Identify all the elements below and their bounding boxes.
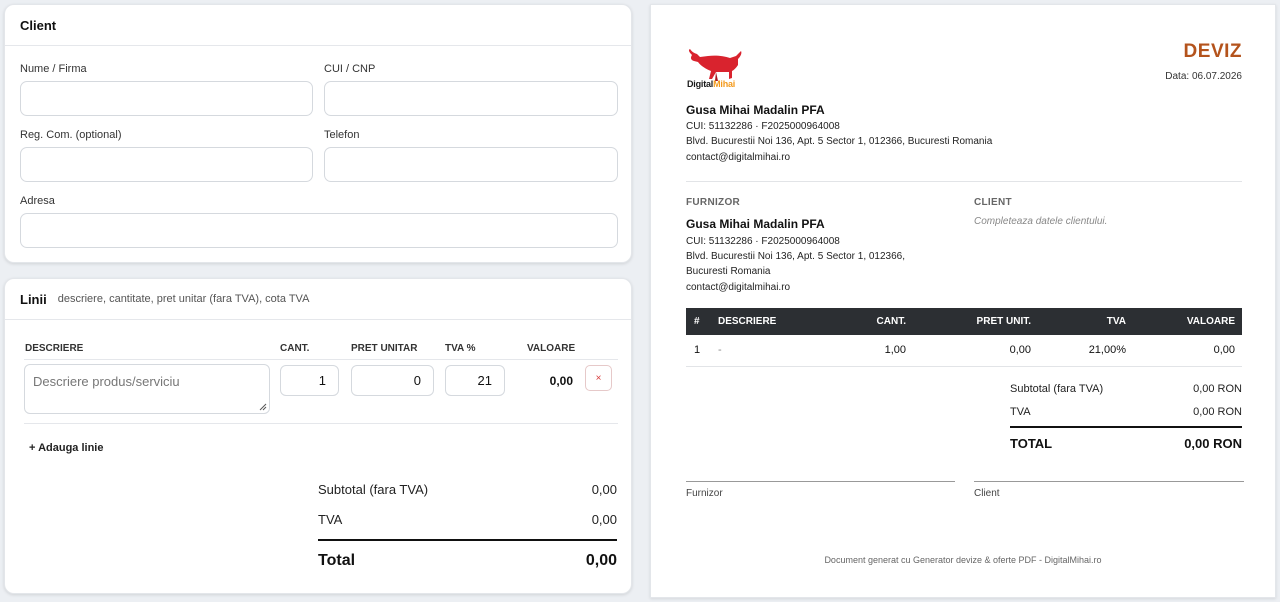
doc-subtotal-value: 0,00 RON <box>1193 383 1242 395</box>
supplier-address-line2: Bucuresti Romania <box>686 266 771 277</box>
resize-handle-icon[interactable] <box>259 403 267 411</box>
subtotal-value: 0,00 <box>591 482 617 497</box>
client-signature-line <box>974 481 1244 482</box>
lines-card-subtitle: descriere, cantitate, pret unitar (fara … <box>57 293 310 305</box>
line-description-placeholder: Descriere produs/serviciu <box>33 374 180 389</box>
client-card-header: Client <box>5 5 631 46</box>
doc-vat-value: 0,00 RON <box>1193 406 1242 418</box>
subtotal-label: Subtotal (fara TVA) <box>318 482 429 497</box>
issuer-ids: CUI: 51132286 · F2025000964008 <box>686 121 840 132</box>
client-card: Client Nume / Firma CUI / CNP Reg. Com. … <box>4 4 632 263</box>
doc-col-index: # <box>694 316 700 327</box>
doc-row-unit-price: 0,00 <box>1009 344 1031 356</box>
total-label: Total <box>318 552 356 569</box>
lines-card-header: Linii descriere, cantitate, pret unitar … <box>5 279 631 320</box>
document-table-header: # DESCRIERE CANT. PRET UNIT. TVA VALOARE <box>686 308 1242 335</box>
doc-row-value: 0,00 <box>1213 344 1235 356</box>
line-vat-input[interactable]: 21 <box>445 365 505 396</box>
document-date: Data: 06.07.2026 <box>1165 71 1242 82</box>
issuer-address: Blvd. Bucurestii Noi 136, Apt. 5 Sector … <box>686 136 993 147</box>
doc-col-value: VALOARE <box>1186 316 1235 327</box>
address-input[interactable] <box>20 213 618 248</box>
reg-com-label: Reg. Com. (optional) <box>20 129 122 141</box>
line-quantity-input[interactable]: 1 <box>280 365 339 396</box>
client-signature-label: Client <box>974 488 1000 499</box>
logo-text-digital: Digital <box>687 79 714 89</box>
name-input[interactable] <box>20 81 313 116</box>
supplier-ids: CUI: 51132286 · F2025000964008 <box>686 236 840 247</box>
cui-input[interactable] <box>324 81 618 116</box>
document-title: DEVIZ <box>1183 41 1242 62</box>
total-rule <box>318 539 617 541</box>
doc-col-unit-price: PRET UNIT. <box>976 316 1031 327</box>
col-value-header: VALOARE <box>527 343 576 354</box>
reg-com-input[interactable] <box>20 147 313 182</box>
supplier-label: FURNIZOR <box>686 197 741 208</box>
doc-col-description: DESCRIERE <box>718 316 777 327</box>
client-card-title: Client <box>20 17 57 33</box>
header-separator <box>686 181 1242 182</box>
supplier-name: Gusa Mihai Madalin PFA <box>686 217 825 231</box>
doc-row-description: - <box>718 344 722 356</box>
doc-row-index: 1 <box>694 344 701 356</box>
supplier-signature-label: Furnizor <box>686 488 723 499</box>
doc-total-label: TOTAL <box>1010 436 1053 451</box>
supplier-email: contact@digitalmihai.ro <box>686 282 791 293</box>
document-preview: DigitalMihai DEVIZ Data: 06.07.2026 Gusa… <box>650 4 1276 598</box>
col-quantity-header: CANT. <box>280 343 310 354</box>
issuer-name: Gusa Mihai Madalin PFA <box>686 103 825 117</box>
address-label: Adresa <box>20 195 55 207</box>
name-label: Nume / Firma <box>20 63 87 75</box>
phone-label: Telefon <box>324 129 360 141</box>
issuer-email: contact@digitalmihai.ro <box>686 152 791 163</box>
vat-label: TVA <box>318 512 343 527</box>
lines-card-title: Linii <box>20 291 47 307</box>
doc-row-divider <box>686 366 1242 367</box>
logo-text: DigitalMihai <box>687 79 735 89</box>
row-divider <box>24 423 618 424</box>
remove-line-button[interactable]: × <box>585 365 612 391</box>
cui-label: CUI / CNP <box>324 63 376 75</box>
col-vat-header: TVA % <box>445 343 476 354</box>
line-unit-price-input[interactable]: 0 <box>351 365 434 396</box>
client-label: CLIENT <box>974 197 1012 208</box>
phone-input[interactable] <box>324 147 618 182</box>
doc-col-vat: TVA <box>1106 316 1126 327</box>
doc-col-quantity: CANT. <box>876 316 906 327</box>
doc-total-value: 0,00 RON <box>1184 436 1242 451</box>
doc-vat-label: TVA <box>1010 406 1031 418</box>
doc-total-rule <box>1010 426 1242 428</box>
col-unit-price-header: PRET UNITAR <box>351 343 418 354</box>
supplier-address-line1: Blvd. Bucurestii Noi 136, Apt. 5 Sector … <box>686 251 906 262</box>
line-description-input[interactable]: Descriere produs/serviciu <box>24 364 270 414</box>
document-footer: Document generat cu Generator devize & o… <box>824 555 1102 565</box>
add-line-button[interactable]: + Adauga linie <box>29 442 103 454</box>
lines-card: Linii descriere, cantitate, pret unitar … <box>4 278 632 594</box>
supplier-signature-line <box>686 481 955 482</box>
doc-row-vat: 21,00% <box>1088 344 1126 356</box>
client-placeholder: Completeaza datele clientului. <box>974 216 1108 227</box>
doc-row-quantity: 1,00 <box>884 344 906 356</box>
col-description-header: DESCRIERE <box>25 343 84 354</box>
vat-value: 0,00 <box>591 512 617 527</box>
logo-text-mihai: Mihai <box>713 79 736 89</box>
total-value: 0,00 <box>585 552 617 569</box>
header-divider <box>24 359 618 360</box>
doc-subtotal-label: Subtotal (fara TVA) <box>1010 383 1104 395</box>
line-value: 0,00 <box>549 374 573 388</box>
close-icon: × <box>595 372 602 384</box>
